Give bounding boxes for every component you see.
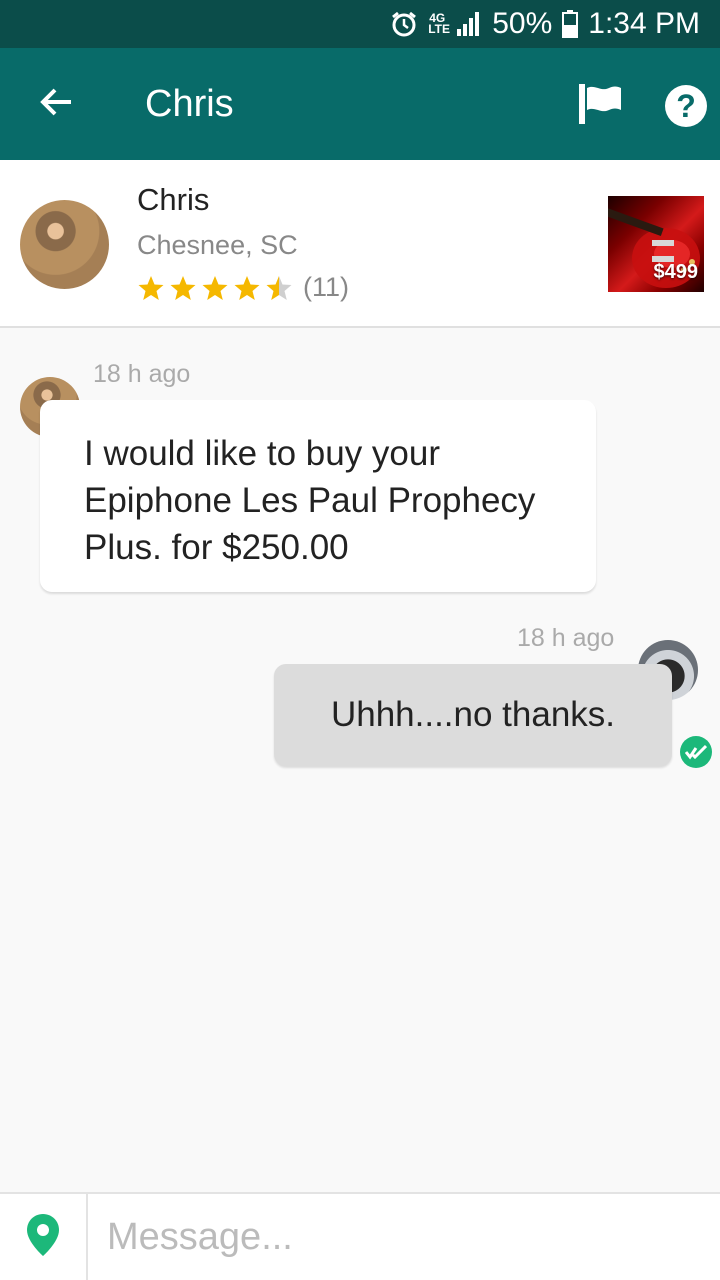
seller-profile-card[interactable]: Chris Chesnee, SC (11) $499 (0, 160, 720, 328)
listing-thumbnail[interactable]: $499 (608, 196, 704, 292)
avatar[interactable] (20, 200, 109, 289)
star-icon (234, 275, 260, 300)
message-input[interactable] (90, 1194, 720, 1280)
star-icon (266, 275, 292, 300)
star-icon (170, 275, 196, 300)
battery-icon (562, 10, 579, 38)
message-thread[interactable]: 18 h ago I would like to buy your Epipho… (0, 330, 720, 1192)
message-timestamp: 18 h ago (93, 360, 191, 388)
status-bar: 4G LTE 50% 1:34 PM (0, 0, 720, 48)
help-icon: ? (665, 85, 707, 127)
help-button[interactable]: ? (656, 76, 716, 136)
rating: (11) (137, 272, 349, 303)
incoming-message-bubble[interactable]: I would like to buy your Epiphone Les Pa… (40, 400, 596, 592)
lte-icon: 4G LTE (428, 11, 450, 36)
listing-price: $499 (653, 261, 699, 283)
app-bar: Chris ? (0, 48, 720, 160)
report-button[interactable] (570, 78, 630, 134)
battery-level: 50% (492, 7, 553, 40)
signal-icon (456, 11, 482, 37)
star-icon (202, 275, 228, 300)
page-title: Chris (145, 83, 234, 125)
back-button[interactable] (26, 74, 86, 134)
arrow-left-icon (38, 84, 74, 125)
star-icon (138, 275, 164, 300)
status-icons: 4G LTE 50% 1:34 PM (390, 0, 700, 48)
clock: 1:34 PM (588, 7, 700, 40)
profile-location: Chesnee, SC (137, 230, 298, 260)
alarm-icon (390, 10, 418, 38)
rating-count: (11) (303, 272, 350, 302)
message-timestamp: 18 h ago (517, 624, 615, 652)
location-pin-icon (26, 1213, 60, 1262)
outgoing-message-bubble[interactable]: Uhhh....no thanks. (274, 664, 672, 766)
message-composer (0, 1192, 720, 1280)
share-location-button[interactable] (0, 1194, 88, 1280)
rating-stars (137, 274, 293, 302)
read-check-icon (680, 736, 712, 768)
flag-icon (577, 82, 623, 131)
profile-name: Chris (137, 182, 210, 217)
